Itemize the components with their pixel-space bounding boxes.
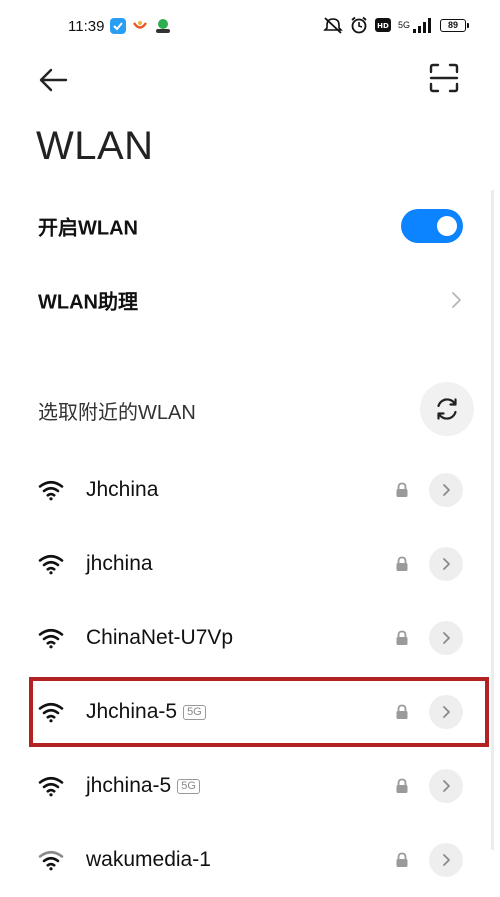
network-name-wrap: Jhchina xyxy=(86,478,158,502)
network-item[interactable]: wakumedia-1 xyxy=(0,823,500,897)
chevron-right-icon xyxy=(443,706,450,718)
scan-icon[interactable] xyxy=(428,62,460,94)
wlan-toggle-label: 开启WLAN xyxy=(38,217,138,240)
media-app-icon xyxy=(156,19,170,33)
network-detail-button[interactable] xyxy=(429,843,463,877)
lock-icon xyxy=(396,630,408,645)
network-name: jhchina-5 xyxy=(86,774,172,797)
network-item[interactable]: jhchina-5 5G xyxy=(0,749,500,823)
lock-icon xyxy=(396,556,408,571)
network-name: Jhchina-5 xyxy=(86,700,178,723)
network-name: wakumedia-1 xyxy=(86,848,211,871)
network-item[interactable]: Jhchina xyxy=(0,453,500,527)
network-name-wrap: ChinaNet-U7Vp xyxy=(86,626,233,650)
wifi-icon xyxy=(38,554,64,575)
network-item[interactable]: ChinaNet-U7Vp xyxy=(0,601,500,675)
chevron-right-icon xyxy=(443,484,450,496)
band-5g-badge: 5G xyxy=(177,778,200,794)
alarm-icon xyxy=(351,16,367,34)
wifi-icon xyxy=(38,702,64,723)
chevron-right-icon xyxy=(443,632,450,644)
network-name: Jhchina xyxy=(86,478,159,501)
lock-icon xyxy=(396,778,408,793)
chevron-right-icon xyxy=(443,780,450,792)
network-type: 5G xyxy=(397,19,410,30)
network-name: ChinaNet-U7Vp xyxy=(86,626,234,649)
network-name-wrap: Jhchina-5 5G xyxy=(86,700,206,724)
hd-voice-icon: HD xyxy=(374,18,391,32)
system-status-icons: HD 5G 89 xyxy=(323,16,469,34)
network-item[interactable]: jhchina xyxy=(0,527,500,601)
network-detail-button[interactable] xyxy=(429,695,463,729)
status-time: 11:39 xyxy=(68,18,105,35)
chevron-right-icon xyxy=(443,854,450,866)
network-detail-button[interactable] xyxy=(429,621,463,655)
wifi-icon xyxy=(38,480,64,501)
status-bar: 11:39 HD 5G 89 xyxy=(0,0,500,56)
wlan-assistant-label: WLAN助理 xyxy=(38,291,138,314)
wlan-assistant-row[interactable]: WLAN助理 xyxy=(0,270,500,330)
wifi-icon xyxy=(38,776,64,797)
chevron-right-icon xyxy=(443,558,450,570)
wlan-toggle-switch[interactable] xyxy=(401,209,463,243)
mute-icon xyxy=(323,17,343,34)
refresh-icon xyxy=(437,398,457,420)
lock-icon xyxy=(396,482,408,497)
svg-text:HD: HD xyxy=(377,22,389,30)
network-name: jhchina xyxy=(86,552,153,575)
toggle-knob xyxy=(437,216,457,236)
wifi-icon xyxy=(38,628,64,649)
shopping-app-icon xyxy=(133,21,147,29)
network-item[interactable]: Jhchina-5 5G xyxy=(0,675,500,749)
app-notification-icon xyxy=(110,18,126,34)
network-name-wrap: wakumedia-1 xyxy=(86,848,211,872)
nearby-networks-title: 选取附近的WLAN xyxy=(38,402,196,424)
refresh-button[interactable] xyxy=(420,382,474,436)
page-title: WLAN xyxy=(36,124,154,168)
network-detail-button[interactable] xyxy=(429,547,463,581)
back-icon[interactable] xyxy=(36,64,70,96)
network-name-wrap: jhchina-5 5G xyxy=(86,774,200,798)
network-detail-button[interactable] xyxy=(429,473,463,507)
battery-indicator: 89 xyxy=(440,18,469,32)
lock-icon xyxy=(396,704,408,719)
network-list: Jhchina jhchina ChinaNet-U7Vp Jhchina-5 … xyxy=(0,453,500,897)
notification-icons xyxy=(110,18,172,34)
lock-icon xyxy=(396,852,408,867)
wifi-icon xyxy=(38,850,64,871)
signal-icon xyxy=(413,18,431,33)
wlan-toggle-row[interactable]: 开启WLAN xyxy=(0,196,500,256)
network-name-wrap: jhchina xyxy=(86,552,153,576)
band-5g-badge: 5G xyxy=(183,704,206,720)
network-detail-button[interactable] xyxy=(429,769,463,803)
chevron-right-icon xyxy=(452,292,461,308)
